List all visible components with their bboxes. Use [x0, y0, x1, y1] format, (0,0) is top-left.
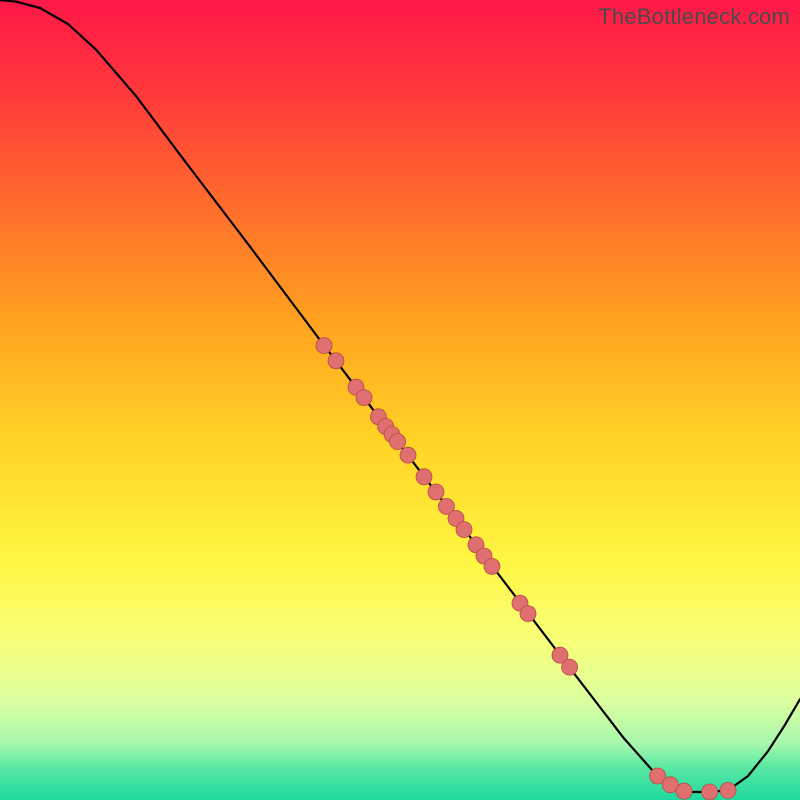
performance-curve — [0, 0, 800, 792]
data-point — [720, 782, 736, 798]
data-point — [328, 353, 344, 369]
data-point — [562, 659, 578, 675]
chart-container: TheBottleneck.com — [0, 0, 800, 800]
data-point — [456, 522, 472, 538]
data-point — [400, 447, 416, 463]
data-point — [520, 606, 536, 622]
bottleneck-curve-chart — [0, 0, 800, 800]
data-point — [428, 484, 444, 500]
data-point — [416, 469, 432, 485]
watermark-text: TheBottleneck.com — [598, 4, 790, 30]
data-point — [702, 784, 718, 800]
data-point — [484, 558, 500, 574]
data-point — [676, 783, 692, 799]
data-point — [390, 434, 406, 450]
data-points — [316, 338, 736, 800]
data-point — [356, 390, 372, 406]
data-point — [316, 338, 332, 354]
